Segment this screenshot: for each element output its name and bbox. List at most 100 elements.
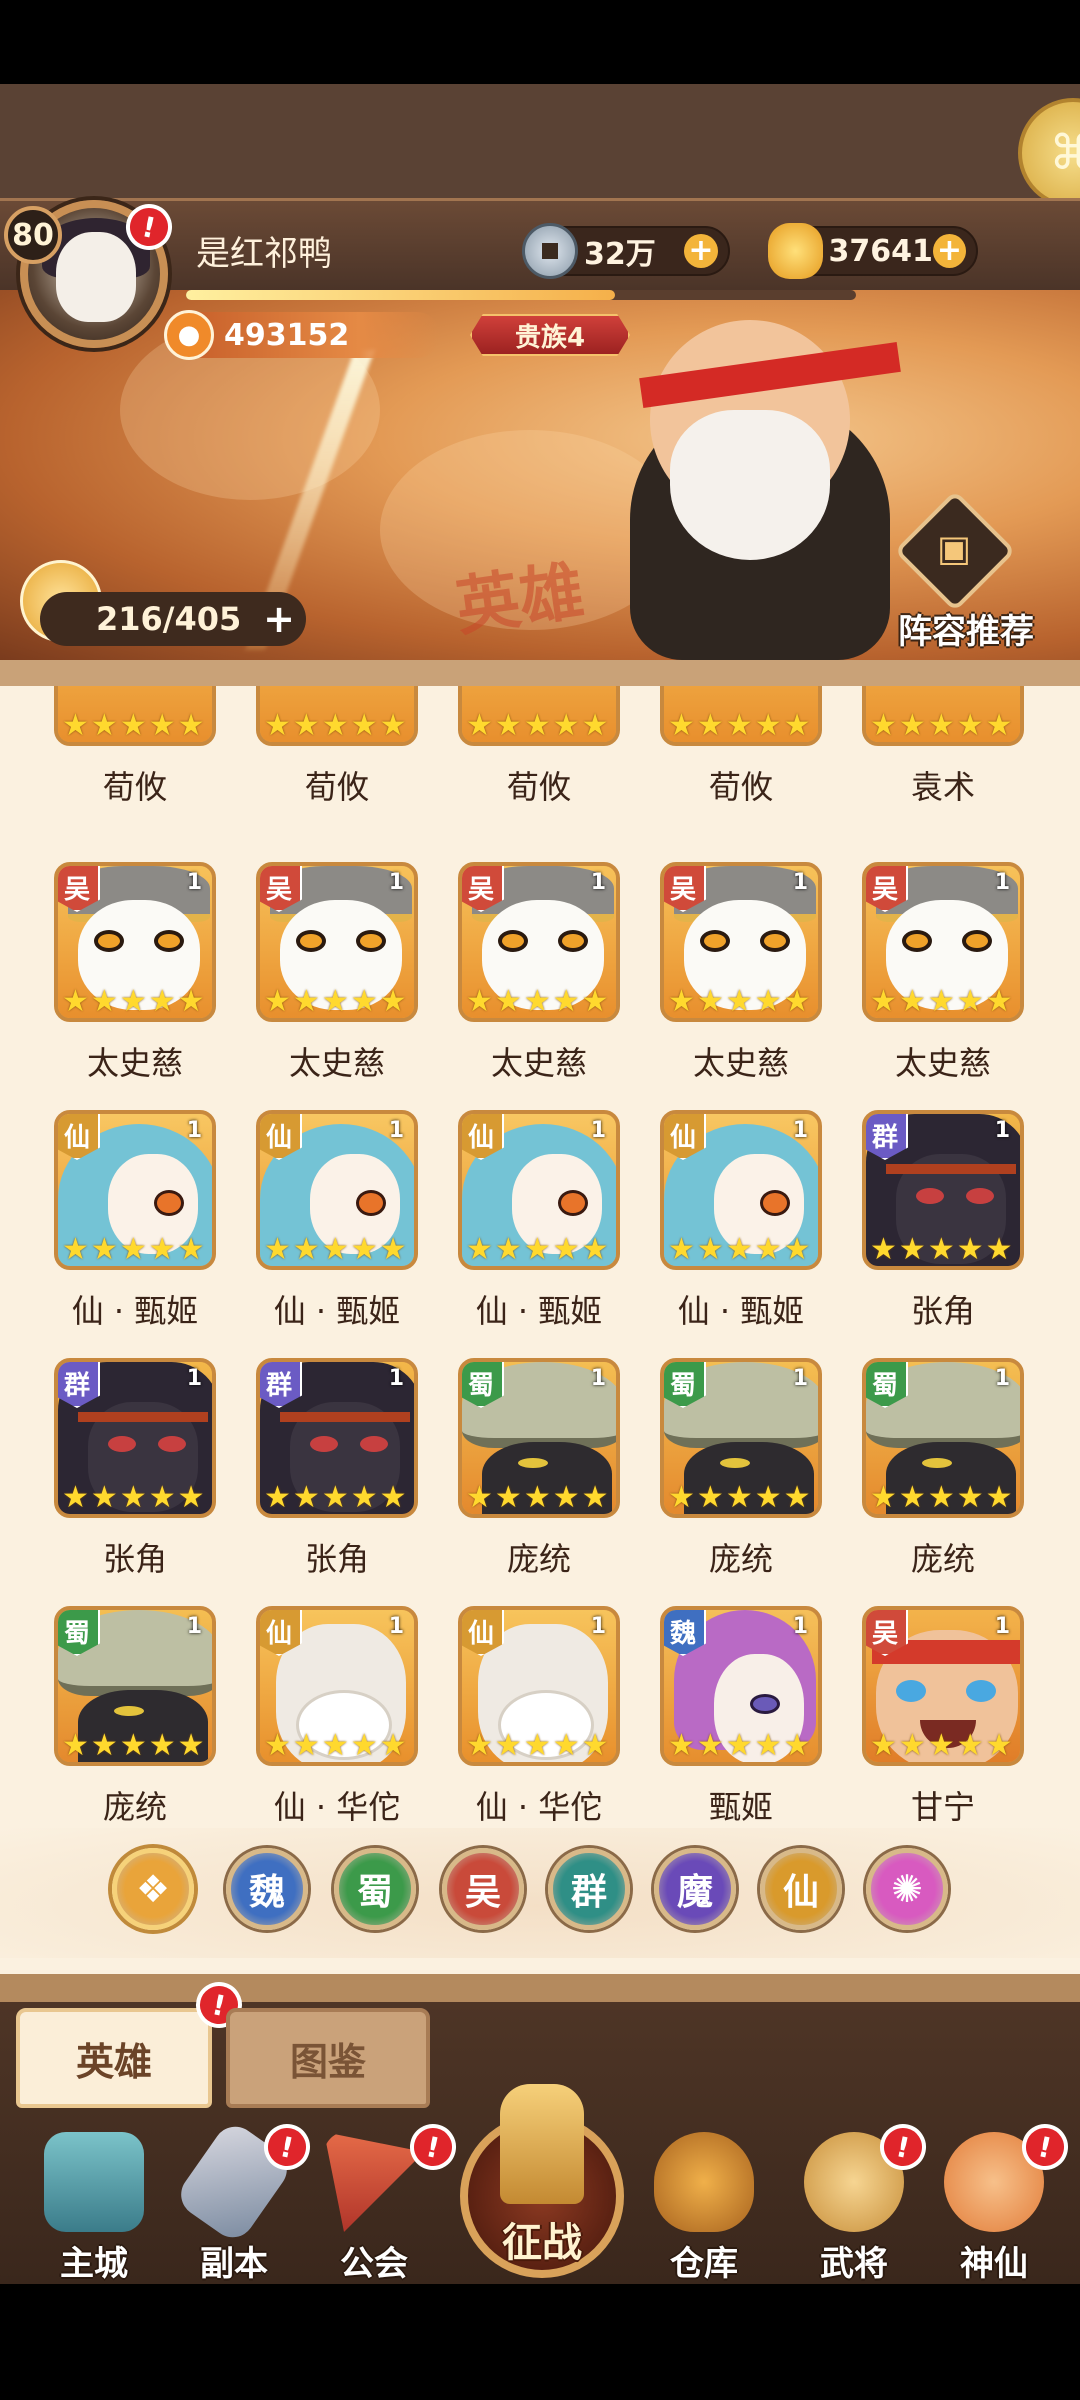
hero-count: 1 (590, 870, 606, 895)
star-icon: ★ (552, 984, 580, 1019)
hero-portrait-frame: ★ ★ ★ ★ ★ (54, 686, 216, 746)
filter-faction[interactable]: 蜀 (334, 1848, 416, 1930)
star-icon: ★ (927, 1728, 955, 1763)
tab-codex[interactable]: 图鉴 (226, 2008, 430, 2108)
star-icon: ★ (668, 708, 695, 743)
filter-faction[interactable]: 吴 (442, 1848, 524, 1930)
star-icon: ★ (466, 984, 493, 1019)
hero-name: 太史慈 (692, 1044, 789, 1082)
star-icon: ★ (292, 1728, 320, 1763)
star-icon: ★ (264, 1728, 291, 1763)
top-band (0, 84, 1080, 204)
hero-portrait-frame: 吴 1 ★ ★ ★ ★ ★ (54, 862, 216, 1022)
nav-campaign[interactable]: 征战 (460, 2084, 624, 2280)
noble-badge[interactable]: 贵族4 (470, 314, 630, 356)
star-icon: ★ (870, 1232, 897, 1267)
star-icon: ★ (321, 708, 349, 743)
hero-portrait-frame: 吴 1 ★ ★ ★ ★ ★ (660, 862, 822, 1022)
star-icon: ★ (321, 1480, 349, 1515)
hero-name: 太史慈 (490, 1044, 587, 1082)
exp-bar (186, 290, 856, 300)
add-stamina-button[interactable]: + (262, 600, 296, 638)
star-icon: ★ (725, 708, 753, 743)
star-icon: ★ (783, 984, 811, 1019)
star-icon: ★ (350, 1232, 378, 1267)
star-icon: ★ (177, 1728, 205, 1763)
star-rating: ★ ★ ★ ★ ★ (870, 1480, 1013, 1514)
star-rating: ★ ★ ★ ★ ★ (870, 1232, 1013, 1266)
hero-portrait-frame: 群 1 ★ ★ ★ ★ ★ (256, 1358, 418, 1518)
star-icon: ★ (668, 1232, 695, 1267)
star-icon: ★ (466, 1232, 493, 1267)
star-rating: ★ ★ ★ ★ ★ (870, 984, 1013, 1018)
star-icon: ★ (581, 708, 609, 743)
star-icon: ★ (725, 1232, 753, 1267)
nav-main-city[interactable]: 主城 (24, 2122, 164, 2284)
star-icon: ★ (177, 984, 205, 1019)
star-icon: ★ (466, 1480, 493, 1515)
star-rating: ★ ★ ★ ★ ★ (466, 1232, 609, 1266)
star-icon: ★ (523, 708, 551, 743)
tab-heroes[interactable]: 英雄 (16, 2008, 212, 2108)
hero-count: 1 (590, 1118, 606, 1143)
hero-name: 仙 · 甄姬 (71, 1292, 199, 1330)
star-icon: ★ (552, 1480, 580, 1515)
star-rating: ★ ★ ★ ★ ★ (668, 708, 811, 742)
card-paw-icon: ▣ (894, 490, 1016, 612)
hero-count: 1 (590, 1366, 606, 1391)
hero-name: 荀攸 (506, 768, 571, 806)
silver-amount: 32万 (584, 237, 656, 272)
treasure-bag-icon (654, 2132, 754, 2232)
filter-swirl[interactable]: ✺ (866, 1848, 948, 1930)
hero-count: 1 (388, 1614, 404, 1639)
hero-count: 1 (792, 1118, 808, 1143)
hero-count: 1 (994, 1366, 1010, 1391)
gold-amount: 37641 (828, 233, 933, 269)
star-icon: ★ (177, 1480, 205, 1515)
filter-faction[interactable]: 魏 (226, 1848, 308, 1930)
hero-count: 1 (792, 870, 808, 895)
star-icon: ★ (90, 708, 118, 743)
filter-faction[interactable]: 仙 (760, 1848, 842, 1930)
star-icon: ★ (870, 984, 897, 1019)
star-icon: ★ (90, 1232, 118, 1267)
star-icon: ★ (956, 1480, 984, 1515)
star-icon: ★ (62, 1480, 89, 1515)
star-icon: ★ (754, 1232, 782, 1267)
add-gold-button[interactable]: + (932, 234, 966, 268)
filter-paw[interactable]: ❖ (112, 1848, 194, 1930)
hero-portrait-frame: 吴 1 ★ ★ ★ ★ ★ (862, 1606, 1024, 1766)
banner-flag-icon (500, 2084, 584, 2204)
hero-count: 1 (186, 1118, 202, 1143)
star-icon: ★ (264, 1480, 291, 1515)
star-icon: ★ (148, 1232, 176, 1267)
hero-name: 仙 · 甄姬 (273, 1292, 401, 1330)
lineup-recommend-button[interactable]: ▣ (890, 490, 1020, 612)
star-icon: ★ (494, 984, 522, 1019)
hero-portrait-frame: 仙 1 ★ ★ ★ ★ ★ (256, 1110, 418, 1270)
hero-portrait-frame: 魏 1 ★ ★ ★ ★ ★ (660, 1606, 822, 1766)
add-silver-button[interactable]: + (684, 234, 718, 268)
star-rating: ★ ★ ★ ★ ★ (466, 1480, 609, 1514)
star-icon: ★ (177, 708, 205, 743)
star-rating: ★ ★ ★ ★ ★ (264, 1232, 407, 1266)
hero-count: 1 (994, 1118, 1010, 1143)
system-nav-strip (0, 2288, 1080, 2400)
filter-label: 群 (570, 1872, 607, 1913)
filter-faction[interactable]: 魔 (654, 1848, 736, 1930)
star-rating: ★ ★ ★ ★ ★ (668, 984, 811, 1018)
star-icon: ★ (379, 1728, 407, 1763)
hero-grid-panel: ★ ★ ★ ★ ★ 荀攸 ★ ★ ★ ★ ★ 荀攸 ★ ★ ★ ★ ★ 荀攸 ★ ★ ★ ★ ★ 荀攸 ★ ★ ★ ★ ★ 袁术吴 1 ★ ★ ★… (0, 660, 1080, 1974)
star-icon: ★ (379, 1232, 407, 1267)
hero-name: 张角 (102, 1540, 167, 1578)
nav-warehouse[interactable]: 仓库 (634, 2122, 774, 2284)
gold-currency: 37641 + (768, 223, 978, 279)
hero-name: 庞统 (910, 1540, 975, 1578)
hero-portrait-frame: ★ ★ ★ ★ ★ (256, 686, 418, 746)
hero-count: 1 (186, 870, 202, 895)
star-rating: ★ ★ ★ ★ ★ (668, 1232, 811, 1266)
filter-faction[interactable]: 群 (548, 1848, 630, 1930)
hero-portrait-frame: 吴 1 ★ ★ ★ ★ ★ (256, 862, 418, 1022)
star-icon: ★ (898, 708, 926, 743)
star-icon: ★ (350, 1728, 378, 1763)
